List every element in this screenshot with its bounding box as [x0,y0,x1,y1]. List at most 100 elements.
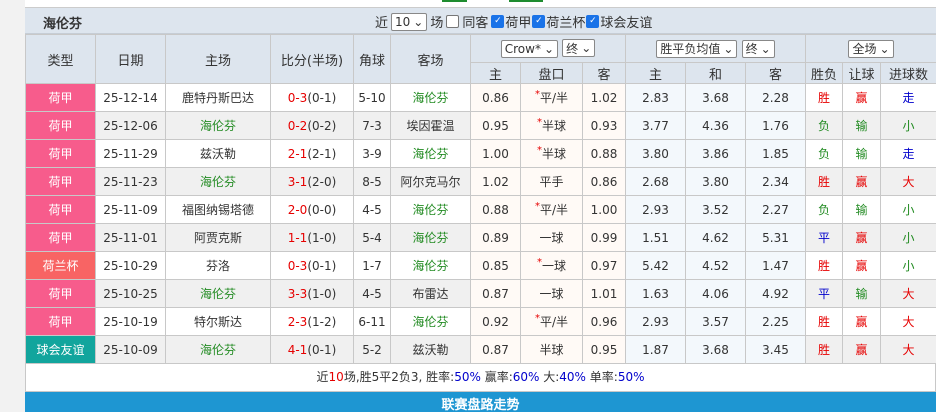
handicap-result: 赢 [843,168,881,196]
result: 负 [806,112,843,140]
euro-stage-select[interactable]: 终⌄ [742,40,775,58]
away-team[interactable]: 兹沃勒 [391,336,471,364]
green-button[interactable] [442,0,467,2]
matches-table: 类型 日期 主场 比分(半场) 角球 客场 Crow*⌄ 终⌄ 胜平负均值⌄ 终… [25,34,936,364]
table-row[interactable]: 荷兰杯 25-10-29 芬洛 0-3(0-1) 1-7 海伦芬 0.85 *一… [26,252,936,280]
score[interactable]: 0-3(0-1) [271,84,354,112]
scope-select[interactable]: 全场⌄ [848,40,893,58]
match-date: 25-12-06 [96,112,166,140]
euro-kind-select[interactable]: 胜平负均值⌄ [656,40,737,58]
goals-result: 大 [881,336,936,364]
col-score: 比分(半场) [271,35,354,84]
score[interactable]: 3-3(1-0) [271,280,354,308]
home-team[interactable]: 特尔斯达 [166,308,271,336]
asia-home-odds: 0.86 [471,84,521,112]
summary: 近10场,胜5平2负3, 胜率:50% 赢率:60% 大:40% 单率:50% [25,364,936,392]
company-select[interactable]: Crow*⌄ [501,40,558,58]
match-date: 25-12-14 [96,84,166,112]
table-row[interactable]: 荷甲 25-10-25 海伦芬 3-3(1-0) 4-5 布雷达 0.87 一球… [26,280,936,308]
corners: 5-4 [354,224,391,252]
team-title: 海伦芬 [43,13,82,32]
asia-away-odds: 0.88 [583,140,626,168]
away-team[interactable]: 埃因霍温 [391,112,471,140]
asia-odds-header: Crow*⌄ 终⌄ [471,35,626,63]
league-checkbox[interactable]: ✓ [491,15,504,28]
euro-away-odds: 2.34 [746,168,806,196]
euro-home-odds: 2.93 [626,308,686,336]
away-team[interactable]: 海伦芬 [391,84,471,112]
table-row[interactable]: 荷甲 25-11-01 阿贾克斯 1-1(1-0) 5-4 海伦芬 0.89 一… [26,224,936,252]
col-handicap: 让球 [843,63,881,84]
col-home: 主场 [166,35,271,84]
table-row[interactable]: 荷甲 25-12-06 海伦芬 0-2(0-2) 7-3 埃因霍温 0.95 *… [26,112,936,140]
table-row[interactable]: 荷甲 25-11-29 兹沃勒 2-1(2-1) 3-9 海伦芬 1.00 *半… [26,140,936,168]
table-row[interactable]: 荷甲 25-11-09 福图纳锡塔德 2-0(0-0) 4-5 海伦芬 0.88… [26,196,936,224]
score[interactable]: 4-1(0-1) [271,336,354,364]
filters: 近 10⌄ 场 同客 ✓荷甲✓荷兰杯✓球会友谊 [375,12,652,31]
result: 胜 [806,336,843,364]
euro-away-odds: 4.92 [746,280,806,308]
corners: 5-2 [354,336,391,364]
away-team[interactable]: 海伦芬 [391,308,471,336]
table-row[interactable]: 荷甲 25-11-23 海伦芬 3-1(2-0) 8-5 阿尔克马尔 1.02 … [26,168,936,196]
asia-home-odds: 0.87 [471,280,521,308]
asia-line: 一球 [521,280,583,308]
score[interactable]: 3-1(2-0) [271,168,354,196]
score[interactable]: 0-3(0-1) [271,252,354,280]
asia-line: *平/半 [521,196,583,224]
away-team[interactable]: 海伦芬 [391,196,471,224]
handicap-result: 赢 [843,224,881,252]
home-team[interactable]: 海伦芬 [166,112,271,140]
table-row[interactable]: 球会友谊 25-10-09 海伦芬 4-1(0-1) 5-2 兹沃勒 0.87 … [26,336,936,364]
score[interactable]: 2-3(1-2) [271,308,354,336]
same-away-checkbox[interactable] [446,15,459,28]
euro-away-odds: 2.27 [746,196,806,224]
score[interactable]: 1-1(1-0) [271,224,354,252]
score[interactable]: 2-1(2-1) [271,140,354,168]
euro-away-odds: 2.25 [746,308,806,336]
green-button[interactable] [509,0,543,2]
asia-away-odds: 1.00 [583,196,626,224]
table-row[interactable]: 荷甲 25-10-19 特尔斯达 2-3(1-2) 6-11 海伦芬 0.92 … [26,308,936,336]
away-team[interactable]: 海伦芬 [391,224,471,252]
corners: 6-11 [354,308,391,336]
home-team[interactable]: 海伦芬 [166,168,271,196]
euro-away-odds: 3.45 [746,336,806,364]
handicap-result: 输 [843,112,881,140]
corners: 7-3 [354,112,391,140]
col-asia-line: 盘口 [521,63,583,84]
euro-home-odds: 2.83 [626,84,686,112]
asia-line: 平手 [521,168,583,196]
home-team[interactable]: 福图纳锡塔德 [166,196,271,224]
league-checkbox[interactable]: ✓ [532,15,545,28]
home-team[interactable]: 兹沃勒 [166,140,271,168]
match-count-select[interactable]: 10⌄ [391,13,427,31]
col-euro-away: 客 [746,63,806,84]
away-team[interactable]: 阿尔克马尔 [391,168,471,196]
score[interactable]: 0-2(0-2) [271,112,354,140]
col-result: 胜负 [806,63,843,84]
asia-away-odds: 0.97 [583,252,626,280]
result: 负 [806,140,843,168]
table-row[interactable]: 荷甲 25-12-14 鹿特丹斯巴达 0-3(0-1) 5-10 海伦芬 0.8… [26,84,936,112]
home-team[interactable]: 海伦芬 [166,280,271,308]
asia-stage-select[interactable]: 终⌄ [562,39,595,57]
away-team[interactable]: 海伦芬 [391,252,471,280]
home-team[interactable]: 芬洛 [166,252,271,280]
goals-result: 大 [881,308,936,336]
col-euro-draw: 和 [686,63,746,84]
asia-line: *平/半 [521,84,583,112]
euro-away-odds: 1.85 [746,140,806,168]
away-team[interactable]: 布雷达 [391,280,471,308]
recent-matches-panel: 海伦芬 近 10⌄ 场 同客 ✓荷甲✓荷兰杯✓球会友谊 类型 日期 主场 比分(… [25,8,936,412]
home-team[interactable]: 阿贾克斯 [166,224,271,252]
panel-header: 海伦芬 近 10⌄ 场 同客 ✓荷甲✓荷兰杯✓球会友谊 [25,8,936,34]
asia-away-odds: 1.01 [583,280,626,308]
away-team[interactable]: 海伦芬 [391,140,471,168]
match-type: 荷甲 [26,112,96,140]
home-team[interactable]: 鹿特丹斯巴达 [166,84,271,112]
league-checkbox[interactable]: ✓ [586,15,599,28]
home-team[interactable]: 海伦芬 [166,336,271,364]
handicap-result: 赢 [843,336,881,364]
score[interactable]: 2-0(0-0) [271,196,354,224]
